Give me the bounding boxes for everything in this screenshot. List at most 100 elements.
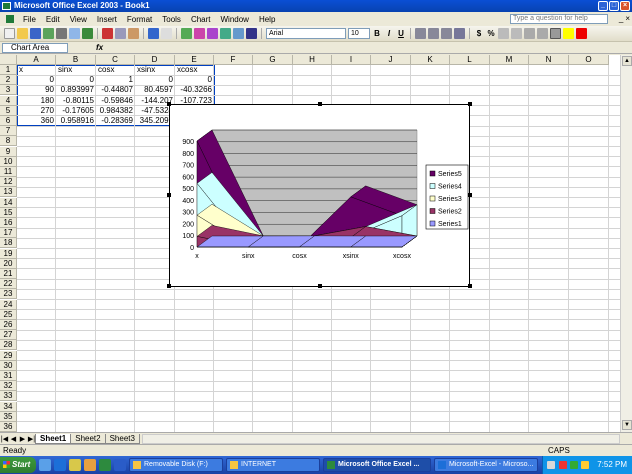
column-header[interactable]: H	[293, 55, 332, 65]
menu-insert[interactable]: Insert	[92, 15, 122, 24]
align-right-icon[interactable]	[441, 28, 452, 39]
row-header[interactable]: 32	[0, 381, 17, 392]
menu-tools[interactable]: Tools	[157, 15, 186, 24]
save-icon[interactable]	[30, 28, 41, 39]
cell[interactable]: -40.3266	[175, 85, 214, 95]
autosum-icon[interactable]	[181, 28, 192, 39]
font-size-select[interactable]: 10	[348, 28, 370, 39]
doc-minimize-button[interactable]: _	[619, 14, 623, 23]
name-box[interactable]: Chart Area	[2, 43, 68, 53]
task-removable-disk[interactable]: Removable Disk (F:)	[129, 458, 223, 472]
row-header[interactable]: 10	[0, 156, 17, 167]
currency-button[interactable]: $	[474, 29, 484, 38]
cell[interactable]: 360	[17, 116, 56, 126]
column-header[interactable]: M	[490, 55, 529, 65]
font-color-icon[interactable]	[576, 28, 587, 39]
resize-handle[interactable]	[167, 102, 171, 106]
row-header[interactable]: 1	[0, 65, 17, 75]
network-icon[interactable]	[570, 461, 578, 469]
folder-quicklaunch-icon[interactable]	[84, 459, 96, 471]
cell[interactable]: xcosx	[175, 65, 214, 75]
row-header[interactable]: 30	[0, 360, 17, 371]
resize-handle[interactable]	[468, 193, 472, 197]
cell[interactable]: 80.4597	[135, 85, 175, 95]
media-icon[interactable]	[69, 459, 81, 471]
vertical-scrollbar[interactable]: ▲ ▼	[620, 55, 632, 432]
row-header[interactable]: 23	[0, 289, 17, 300]
row-header[interactable]: 24	[0, 299, 17, 310]
security-icon[interactable]	[559, 461, 567, 469]
row-header[interactable]: 14	[0, 197, 17, 208]
column-header[interactable]: B	[56, 55, 96, 65]
select-all-corner[interactable]	[0, 55, 17, 65]
row-header[interactable]: 27	[0, 330, 17, 341]
menu-view[interactable]: View	[65, 15, 92, 24]
maximize-button[interactable]: □	[609, 1, 619, 11]
tray-expand-icon[interactable]	[547, 461, 555, 469]
excel-quicklaunch-icon[interactable]	[99, 459, 111, 471]
row-header[interactable]: 31	[0, 371, 17, 381]
row-header[interactable]: 29	[0, 350, 17, 361]
cut-icon[interactable]	[102, 28, 113, 39]
cell[interactable]: 1	[96, 75, 135, 85]
column-header[interactable]: E	[175, 55, 214, 65]
next-sheet-icon[interactable]: ▶	[18, 435, 27, 443]
cell[interactable]: x	[17, 65, 56, 75]
cell[interactable]: 0.958916	[56, 116, 96, 126]
minimize-button[interactable]: _	[598, 1, 608, 11]
italic-button[interactable]: I	[384, 29, 394, 38]
indent-icon[interactable]	[524, 28, 535, 39]
outdent-icon[interactable]	[537, 28, 548, 39]
column-header[interactable]: D	[135, 55, 175, 65]
permission-icon[interactable]	[43, 28, 54, 39]
cell[interactable]: 0	[17, 75, 56, 85]
scroll-down-icon[interactable]: ▼	[622, 420, 632, 430]
resize-handle[interactable]	[167, 284, 171, 288]
copy-icon[interactable]	[115, 28, 126, 39]
row-header[interactable]: 28	[0, 340, 17, 351]
percent-button[interactable]: %	[486, 29, 496, 38]
resize-handle[interactable]	[167, 193, 171, 197]
doc-close-button[interactable]: ×	[625, 14, 630, 23]
bold-button[interactable]: B	[372, 29, 382, 38]
start-button[interactable]: Start	[0, 457, 36, 473]
row-header[interactable]: 11	[0, 167, 17, 177]
row-header[interactable]: 5	[0, 105, 17, 116]
row-header[interactable]: 26	[0, 320, 17, 330]
column-header[interactable]: I	[332, 55, 371, 65]
row-header[interactable]: 17	[0, 228, 17, 239]
menu-chart[interactable]: Chart	[186, 15, 216, 24]
row-header[interactable]: 3	[0, 85, 17, 96]
insert-function-button[interactable]: fx	[96, 42, 103, 54]
column-header[interactable]: L	[450, 55, 490, 65]
row-header[interactable]: 13	[0, 187, 17, 198]
row-header[interactable]: 21	[0, 269, 17, 279]
chart-wizard-icon[interactable]	[220, 28, 231, 39]
increase-decimal-icon[interactable]	[498, 28, 509, 39]
menu-edit[interactable]: Edit	[41, 15, 65, 24]
row-header[interactable]: 6	[0, 116, 17, 126]
close-button[interactable]: ×	[620, 1, 630, 11]
spelling-icon[interactable]	[82, 28, 93, 39]
cell[interactable]: 0	[175, 75, 214, 85]
column-header[interactable]: G	[253, 55, 293, 65]
column-header[interactable]: N	[529, 55, 569, 65]
row-header[interactable]: 2	[0, 75, 17, 86]
menu-file[interactable]: File	[18, 15, 41, 24]
row-header[interactable]: 9	[0, 146, 17, 157]
open-icon[interactable]	[17, 28, 28, 39]
resize-handle[interactable]	[468, 284, 472, 288]
cell[interactable]: 0	[135, 75, 175, 85]
row-header[interactable]: 16	[0, 218, 17, 228]
cell[interactable]: 90	[17, 85, 56, 95]
workbook-icon[interactable]	[6, 15, 14, 23]
row-header[interactable]: 12	[0, 177, 17, 188]
row-header[interactable]: 36	[0, 422, 17, 432]
help-search-input[interactable]: Type a question for help	[510, 14, 608, 24]
cell[interactable]: xsinx	[135, 65, 175, 75]
horizontal-scrollbar[interactable]	[142, 434, 620, 444]
word-quicklaunch-icon[interactable]	[114, 459, 126, 471]
row-header[interactable]: 35	[0, 411, 17, 422]
cell[interactable]: -0.44807	[96, 85, 135, 95]
row-header[interactable]: 4	[0, 95, 17, 106]
